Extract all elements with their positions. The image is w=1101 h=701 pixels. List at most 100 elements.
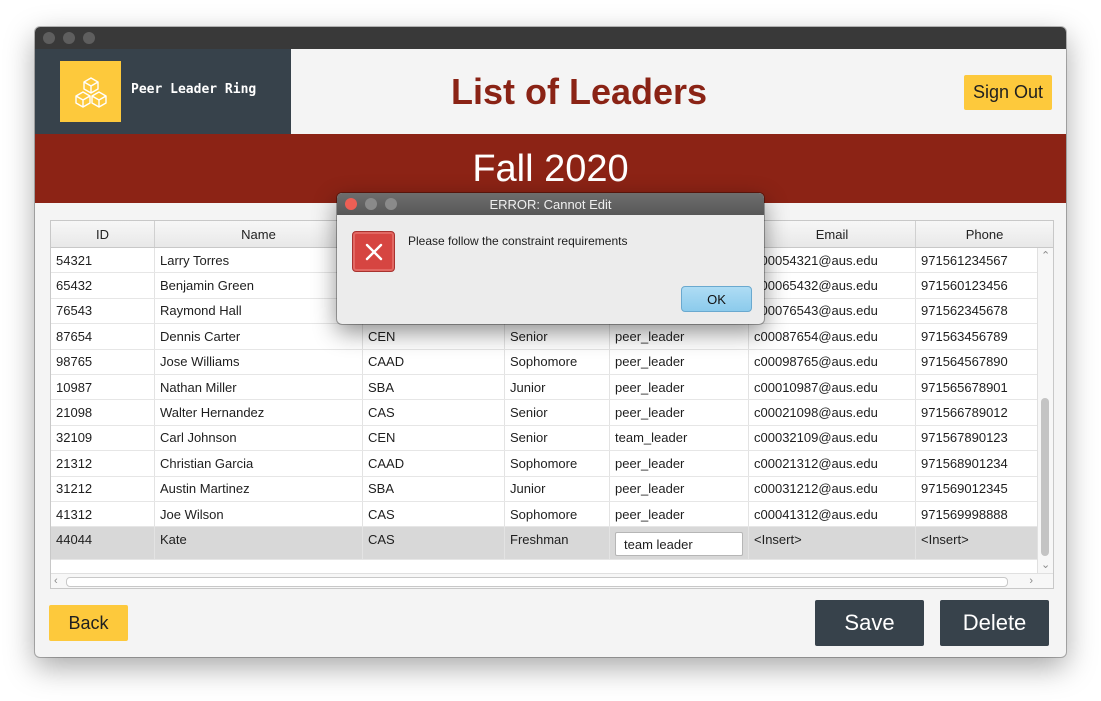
table-row[interactable]: 98765 Jose Williams CAAD Sophomore peer_lead… <box>51 349 1037 375</box>
cell-phone: 971565678901 <box>921 379 1008 395</box>
column-header-email[interactable]: Email <box>749 221 916 247</box>
cell-year: Sophomore <box>505 349 610 374</box>
sign-out-button[interactable]: Sign Out <box>964 75 1052 110</box>
scroll-down-icon[interactable]: ⌄ <box>1041 559 1050 571</box>
cell-name: Christian Garcia <box>155 451 363 476</box>
cell-id: 44044 <box>51 527 155 560</box>
cell-phone: 971564567890 <box>921 354 1008 370</box>
table-row[interactable]: 32109 Carl Johnson CEN Senior team_leader c00… <box>51 425 1037 452</box>
page-title: List of Leaders <box>450 70 708 112</box>
dialog-minimize-button <box>365 198 377 210</box>
cell-phone: <Insert> <box>921 532 969 548</box>
table-row[interactable]: 41312 Joe Wilson CAS Sophomore peer_leader c0… <box>51 501 1037 528</box>
zoom-window-button[interactable] <box>83 32 95 44</box>
cell-email: c00010987@aus.edu <box>749 374 916 400</box>
cell-college: CAS <box>363 527 505 560</box>
cell-name: Kate <box>155 527 363 560</box>
delete-button[interactable]: Delete <box>940 600 1049 646</box>
cell-name: Walter Hernandez <box>155 400 363 425</box>
brand-panel: Peer Leader Ring <box>35 49 291 134</box>
cell-email: c00021312@aus.edu <box>749 451 916 476</box>
horizontal-scrollbar[interactable]: ‹ › <box>51 573 1053 588</box>
cell-id: 98765 <box>51 349 155 374</box>
cell-role: peer_leader <box>610 400 749 425</box>
error-dialog: ERROR: Cannot Edit Please follow the con… <box>337 193 764 324</box>
cell-id: 21098 <box>51 400 155 425</box>
cell-phone: 971560123456 <box>921 278 1008 294</box>
cell-year: Junior <box>505 476 610 501</box>
cubes-icon <box>60 61 121 122</box>
cell-college: SBA <box>363 374 505 400</box>
cell-role: peer_leader <box>610 451 749 476</box>
dialog-close-button[interactable] <box>345 198 357 210</box>
cell-email: c00098765@aus.edu <box>749 349 916 374</box>
dialog-zoom-button <box>385 198 397 210</box>
app-window: Peer Leader Ring List of Leaders Sign Ou… <box>35 27 1066 657</box>
cell-college: CAAD <box>363 451 505 476</box>
cell-phone: 971561234567 <box>921 252 1008 268</box>
cell-name: Dennis Carter <box>155 324 363 349</box>
window-titlebar <box>35 27 1066 49</box>
cell-role: peer_leader <box>610 476 749 501</box>
dialog-title: ERROR: Cannot Edit <box>489 196 612 212</box>
cell-role: peer_leader <box>610 349 749 374</box>
cell-phone: 971569998888 <box>921 506 1008 522</box>
scroll-up-icon[interactable]: ⌃ <box>1041 250 1050 262</box>
cell-year: Freshman <box>505 527 610 560</box>
table-row[interactable]: 21098 Walter Hernandez CAS Senior peer_leade… <box>51 400 1037 426</box>
cell-year: Senior <box>505 324 610 349</box>
table-row[interactable]: 10987 Nathan Miller SBA Junior peer_leader c0… <box>51 374 1037 401</box>
table-row-editing[interactable]: 44044 Kate CAS Freshman <Insert> <Insert… <box>51 527 1037 561</box>
cell-id: 21312 <box>51 451 155 476</box>
cell-phone: 971563456789 <box>921 328 1008 344</box>
cell-role <box>610 527 749 560</box>
ok-button[interactable]: OK <box>681 286 752 312</box>
scroll-right-icon[interactable]: › <box>1029 575 1033 587</box>
cell-name: Larry Torres <box>155 248 363 273</box>
cell-email: c00087654@aus.edu <box>749 324 916 349</box>
cell-name: Benjamin Green <box>155 273 363 298</box>
cell-college: CEN <box>363 324 505 349</box>
table-row[interactable]: 87654 Dennis Carter CEN Senior peer_leader c0… <box>51 324 1037 350</box>
cell-year: Senior <box>505 425 610 451</box>
cell-role: peer_leader <box>610 501 749 527</box>
dialog-titlebar: ERROR: Cannot Edit <box>337 193 764 215</box>
cell-college: CAS <box>363 400 505 425</box>
cell-name: Jose Williams <box>155 349 363 374</box>
vertical-scroll-thumb[interactable] <box>1041 398 1049 556</box>
cell-phone: 971567890123 <box>921 430 1008 446</box>
cell-year: Sophomore <box>505 451 610 476</box>
error-x-icon <box>352 231 395 272</box>
cell-phone: 971569012345 <box>921 481 1008 497</box>
cell-id: 65432 <box>51 273 155 298</box>
table-row[interactable]: 31212 Austin Martinez SBA Junior peer_leader… <box>51 476 1037 502</box>
cell-id: 54321 <box>51 248 155 273</box>
cell-name: Nathan Miller <box>155 374 363 400</box>
cell-year: Sophomore <box>505 501 610 527</box>
cell-name: Joe Wilson <box>155 501 363 527</box>
column-header-id[interactable]: ID <box>51 221 155 247</box>
role-edit-input[interactable] <box>615 532 743 557</box>
column-header-name[interactable]: Name <box>155 221 363 247</box>
cell-year: Senior <box>505 400 610 425</box>
dialog-message: Please follow the constraint requirement… <box>408 234 628 248</box>
cell-college: SBA <box>363 476 505 501</box>
save-button[interactable]: Save <box>815 600 924 646</box>
cell-email: c00032109@aus.edu <box>749 425 916 451</box>
cell-id: 10987 <box>51 374 155 400</box>
cell-college: CAS <box>363 501 505 527</box>
cell-role: peer_leader <box>610 324 749 349</box>
minimize-window-button[interactable] <box>63 32 75 44</box>
cell-email: c00021098@aus.edu <box>749 400 916 425</box>
table-row[interactable]: 21312 Christian Garcia CAAD Sophomore peer_l… <box>51 451 1037 477</box>
cell-college: CAAD <box>363 349 505 374</box>
back-button[interactable]: Back <box>49 605 128 641</box>
scroll-left-icon[interactable]: ‹ <box>54 575 58 587</box>
brand-name: Peer Leader Ring <box>131 82 257 97</box>
column-header-phone[interactable]: Phone <box>916 221 1053 247</box>
cell-phone: 971566789012 <box>921 405 1008 421</box>
cell-email: c00076543@aus.edu <box>749 298 916 324</box>
close-window-button[interactable] <box>43 32 55 44</box>
vertical-scrollbar[interactable]: ⌃ ⌄ <box>1037 248 1053 573</box>
horizontal-scroll-thumb[interactable] <box>66 577 1008 587</box>
